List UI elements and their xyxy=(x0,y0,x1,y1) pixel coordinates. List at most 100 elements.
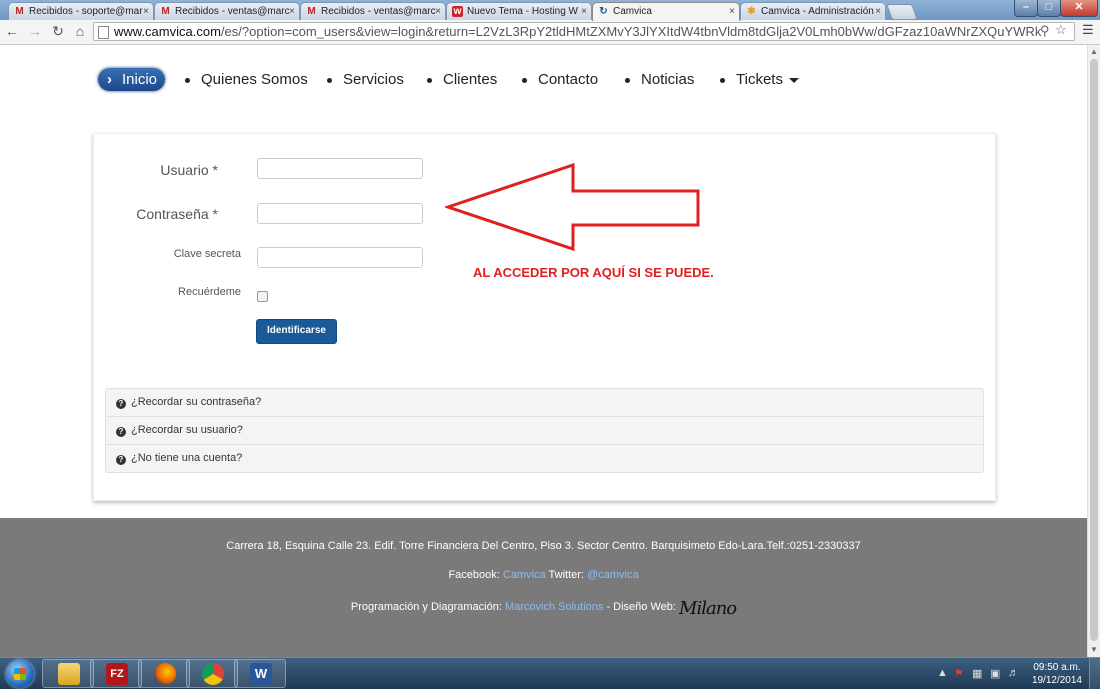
caret-down-icon xyxy=(788,77,799,83)
remember-me-label: Recuérdeme xyxy=(178,286,241,298)
taskbar-firefox[interactable] xyxy=(138,659,190,688)
filezilla-icon: FZ xyxy=(106,663,128,685)
browser-tab[interactable]: M Recibidos - ventas@marc × xyxy=(154,2,300,20)
nav-item-quienes-somos[interactable]: Quienes Somos xyxy=(185,67,308,93)
start-button[interactable] xyxy=(6,660,34,688)
red-arrow-annotation xyxy=(445,163,700,252)
required-mark: * xyxy=(212,162,218,178)
taskbar-filezilla[interactable]: FZ xyxy=(90,659,142,688)
help-links-list: ? ¿Recordar su contraseña? ? ¿Recordar su … xyxy=(105,388,984,473)
password-input[interactable] xyxy=(257,203,423,224)
remember-me-checkbox[interactable] xyxy=(257,291,268,302)
windows-taskbar: FZ W ▲ ⚑ ▦ ▣ ♬ 09:50 a.m. 19/12/2014 xyxy=(0,657,1100,689)
taskbar-word[interactable]: W xyxy=(234,659,286,688)
nav-item-label: Noticias xyxy=(641,71,695,88)
tab-close-icon[interactable]: × xyxy=(289,3,295,20)
clock-time: 09:50 a.m. xyxy=(1033,662,1081,673)
minimize-button[interactable]: – xyxy=(1014,0,1038,17)
bookmark-star-icon[interactable]: ☆ xyxy=(1055,22,1067,38)
tab-close-icon[interactable]: × xyxy=(143,3,149,20)
camvica-icon: ↻ xyxy=(599,6,608,17)
windows-logo-icon xyxy=(14,668,26,680)
word-icon: W xyxy=(250,663,272,685)
required-mark: * xyxy=(212,206,218,222)
twitter-label: Twitter: xyxy=(548,569,584,581)
question-circle-icon: ? xyxy=(116,455,126,465)
scroll-down-icon[interactable]: ▼ xyxy=(1090,645,1098,654)
close-window-button[interactable]: ✕ xyxy=(1060,0,1098,17)
forgot-password-link[interactable]: ? ¿Recordar su contraseña? xyxy=(106,389,983,417)
tab-close-icon[interactable]: × xyxy=(435,3,441,20)
tab-title: Camvica xyxy=(613,6,652,17)
bullet-icon xyxy=(625,77,630,83)
footer-credits: Programación y Diagramación: Marcovich S… xyxy=(0,598,1087,619)
twitter-link[interactable]: @camvica xyxy=(587,569,639,581)
bullet-icon xyxy=(522,77,527,83)
reload-icon[interactable]: ↻ xyxy=(50,23,66,39)
url-path: /es/?option=com_users&view=login&return=… xyxy=(220,24,1042,39)
marcovich-link[interactable]: Marcovich Solutions xyxy=(505,601,603,613)
label-text: Contraseña xyxy=(136,206,209,222)
milano-signature[interactable]: Milano xyxy=(679,598,737,619)
nav-item-label: Tickets xyxy=(736,71,783,88)
question-circle-icon: ? xyxy=(116,427,126,437)
nav-item-contacto[interactable]: Contacto xyxy=(522,67,598,93)
taskbar-explorer[interactable] xyxy=(42,659,94,688)
secret-key-label: Clave secreta xyxy=(173,248,241,260)
action-center-icon[interactable]: ⚑ xyxy=(954,667,964,680)
forgot-username-link[interactable]: ? ¿Recordar su usuario? xyxy=(106,417,983,445)
nav-item-tickets[interactable]: Tickets xyxy=(720,67,799,93)
label-text: Usuario xyxy=(160,162,209,178)
login-button[interactable]: Identificarse xyxy=(256,319,337,344)
new-tab-button[interactable] xyxy=(886,4,918,20)
address-bar[interactable]: www.camvica.com/es/?option=com_users&vie… xyxy=(93,22,1075,41)
menu-icon[interactable]: ☰ xyxy=(1082,22,1094,38)
register-link[interactable]: ? ¿No tiene una cuenta? xyxy=(106,445,983,472)
tab-close-icon[interactable]: × xyxy=(581,3,587,20)
scrollbar-thumb[interactable] xyxy=(1090,59,1098,641)
volume-icon[interactable]: ♬ xyxy=(1008,667,1019,679)
forward-icon[interactable]: → xyxy=(27,23,43,39)
back-icon[interactable]: ← xyxy=(4,23,20,39)
browser-tab[interactable]: M Recibidos - ventas@marc × xyxy=(300,2,446,20)
nav-item-clientes[interactable]: Clientes xyxy=(427,67,497,93)
facebook-link[interactable]: Camvica xyxy=(503,569,546,581)
nav-item-servicios[interactable]: Servicios xyxy=(327,67,404,93)
chevron-right-icon: › xyxy=(107,71,112,88)
browser-toolbar: ← → ↻ ⌂ www.camvica.com/es/?option=com_u… xyxy=(0,20,1100,45)
nav-item-label: Servicios xyxy=(343,71,404,88)
vertical-scrollbar[interactable]: ▲ ▼ xyxy=(1087,45,1100,657)
nav-item-label: Contacto xyxy=(538,71,599,88)
system-tray: ▲ ⚑ ▦ ▣ ♬ 09:50 a.m. 19/12/2014 xyxy=(930,658,1100,689)
maximize-button[interactable]: □ xyxy=(1037,0,1061,17)
system-clock[interactable]: 09:50 a.m. 19/12/2014 xyxy=(1032,661,1082,687)
tab-title: Recibidos - ventas@marc xyxy=(321,6,436,17)
tab-close-icon[interactable]: × xyxy=(729,3,735,20)
display-icon[interactable]: ▣ xyxy=(990,667,1000,680)
bullet-icon xyxy=(720,77,725,83)
gmail-icon: M xyxy=(307,6,316,17)
browser-tab-active[interactable]: ↻ Camvica × xyxy=(592,2,740,21)
taskbar-chrome[interactable] xyxy=(186,659,238,688)
browser-tab[interactable]: w Nuevo Tema - Hosting W × xyxy=(446,2,592,20)
nav-item-inicio[interactable]: › Inicio xyxy=(98,68,166,91)
nav-item-noticias[interactable]: Noticias xyxy=(625,67,694,93)
tab-close-icon[interactable]: × xyxy=(875,3,881,20)
joomla-icon: ✱ xyxy=(747,6,756,17)
scroll-up-icon[interactable]: ▲ xyxy=(1090,47,1098,56)
network-icon[interactable]: ▦ xyxy=(972,667,982,680)
password-label: Contraseña * xyxy=(120,206,218,222)
secret-key-input[interactable] xyxy=(257,247,423,268)
key-icon[interactable]: ⚲ xyxy=(1040,23,1050,39)
home-icon[interactable]: ⌂ xyxy=(72,23,88,39)
url-host: www.camvica.com xyxy=(114,24,221,39)
site-footer: Carrera 18, Esquina Calle 23. Edif. Torr… xyxy=(0,518,1087,657)
username-label: Usuario * xyxy=(120,162,218,178)
username-input[interactable] xyxy=(257,158,423,179)
browser-tab[interactable]: M Recibidos - soporte@mar × xyxy=(8,2,154,20)
clock-date: 19/12/2014 xyxy=(1031,675,1082,686)
programming-label: Programación y Diagramación: xyxy=(350,601,502,613)
show-hidden-icons[interactable]: ▲ xyxy=(937,667,948,679)
browser-tab[interactable]: ✱ Camvica - Administración × xyxy=(740,2,886,20)
show-desktop-button[interactable] xyxy=(1089,658,1100,689)
